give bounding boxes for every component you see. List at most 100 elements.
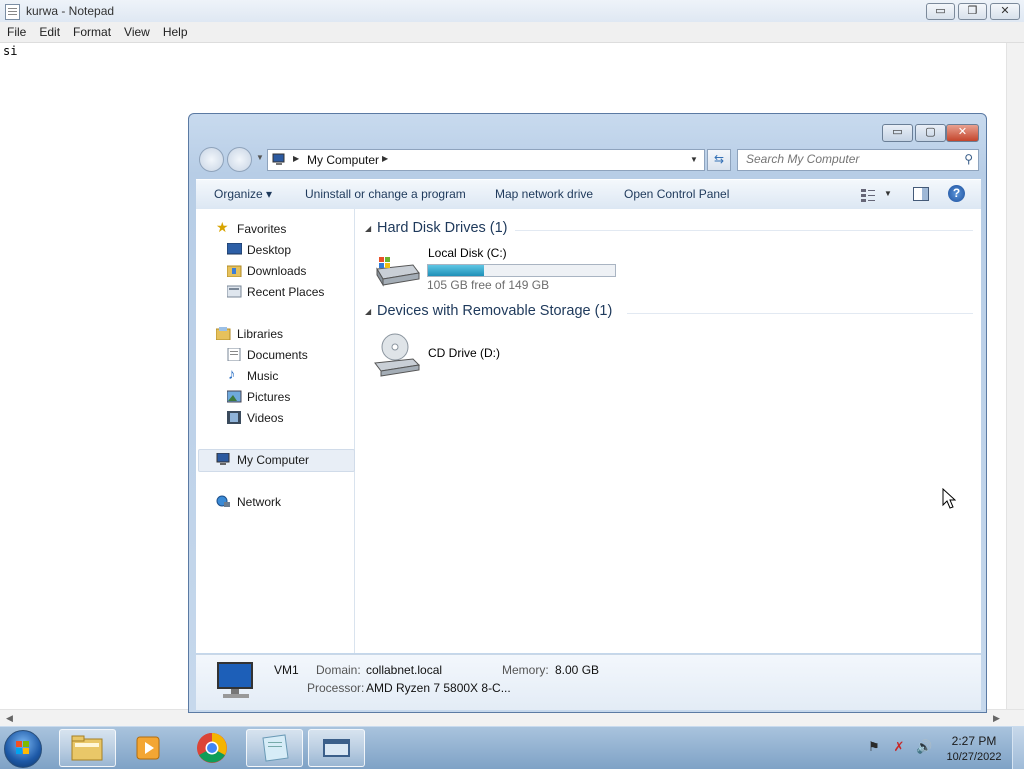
window-icon bbox=[323, 739, 350, 757]
collapse-triangle-icon[interactable]: ◢ bbox=[365, 224, 371, 233]
processor-value: AMD Ryzen 7 5800X 8-C... bbox=[366, 681, 511, 695]
nav-documents[interactable]: Documents bbox=[247, 348, 308, 362]
recent-pages-chevron-icon[interactable]: ▼ bbox=[256, 153, 264, 162]
libraries-icon bbox=[216, 327, 231, 340]
cd-drive-icon bbox=[374, 333, 421, 377]
breadcrumb-arrow-icon[interactable]: ▶ bbox=[293, 154, 299, 163]
taskbar-chrome-button[interactable] bbox=[185, 729, 240, 765]
taskbar-media-player-button[interactable] bbox=[122, 729, 177, 765]
scroll-right-icon[interactable]: ▶ bbox=[993, 713, 1000, 724]
navigation-pane: ★ Favorites Desktop Downloads Recent Pla… bbox=[196, 209, 355, 653]
clock-date: 10/27/2022 bbox=[946, 751, 1002, 763]
taskbar-explorer-button[interactable] bbox=[59, 729, 116, 767]
view-options-icon[interactable] bbox=[860, 188, 876, 202]
videos-icon bbox=[227, 411, 241, 424]
uninstall-program-button[interactable]: Uninstall or change a program bbox=[305, 187, 466, 201]
clock-time: 2:27 PM bbox=[951, 734, 997, 748]
nav-desktop[interactable]: Desktop bbox=[247, 243, 291, 257]
group-removable-storage[interactable]: Devices with Removable Storage (1) bbox=[377, 303, 612, 319]
group-hard-disk-drives[interactable]: Hard Disk Drives (1) bbox=[377, 220, 508, 236]
address-bar[interactable]: ▶ My Computer ▶ ▼ bbox=[267, 149, 705, 171]
command-bar: Organize ▾ Uninstall or change a program… bbox=[196, 179, 981, 209]
menu-format[interactable]: Format bbox=[66, 22, 117, 41]
menu-edit[interactable]: Edit bbox=[32, 22, 66, 41]
taskbar: ⚑ ✗ 🔊 2:27 PM 10/27/2022 bbox=[0, 726, 1024, 769]
nav-my-computer[interactable]: My Computer bbox=[237, 453, 309, 467]
explorer-maximize-button[interactable]: ▢ bbox=[915, 124, 946, 142]
explorer-minimize-button[interactable]: ▭ bbox=[882, 124, 913, 142]
hard-disk-icon bbox=[376, 257, 420, 287]
pictures-icon bbox=[227, 390, 242, 403]
forward-button[interactable] bbox=[227, 147, 252, 172]
collapse-triangle-icon[interactable]: ◢ bbox=[365, 307, 371, 316]
open-control-panel-button[interactable]: Open Control Panel bbox=[624, 187, 729, 201]
chrome-icon bbox=[197, 733, 227, 763]
search-input[interactable] bbox=[738, 150, 956, 168]
computer-icon bbox=[272, 153, 285, 165]
computer-icon bbox=[217, 662, 253, 698]
music-icon: ♪ bbox=[228, 366, 236, 383]
memory-value: 8.00 GB bbox=[555, 663, 600, 677]
drive-c-name[interactable]: Local Disk (C:) bbox=[428, 246, 507, 260]
windows-logo-icon bbox=[16, 741, 29, 754]
explorer-close-button[interactable]: ✕ bbox=[946, 124, 979, 142]
nav-pictures[interactable]: Pictures bbox=[247, 390, 290, 404]
nav-libraries[interactable]: Libraries bbox=[237, 327, 283, 341]
notepad-maximize-button[interactable]: ❐ bbox=[958, 3, 987, 20]
nav-downloads[interactable]: Downloads bbox=[247, 264, 306, 278]
help-icon[interactable]: ? bbox=[948, 185, 965, 202]
map-network-drive-button[interactable]: Map network drive bbox=[495, 187, 593, 201]
address-location[interactable]: My Computer bbox=[307, 153, 379, 167]
refresh-icon[interactable]: ⇆ bbox=[707, 149, 731, 171]
memory-label: Memory: bbox=[502, 663, 549, 677]
network-icon bbox=[216, 495, 230, 507]
media-player-icon bbox=[136, 736, 160, 760]
menu-file[interactable]: File bbox=[0, 22, 32, 41]
system-tray: ⚑ ✗ 🔊 bbox=[866, 739, 941, 755]
start-button[interactable] bbox=[4, 730, 42, 768]
search-icon[interactable]: ⚲ bbox=[964, 152, 973, 166]
documents-icon bbox=[227, 348, 241, 361]
taskbar-window-button[interactable] bbox=[308, 729, 365, 767]
notepad-menubar: File Edit Format View Help bbox=[0, 22, 1024, 43]
notepad-titlebar[interactable]: kurwa - Notepad ▭ ❐ ✕ bbox=[0, 0, 1024, 22]
group-divider bbox=[515, 230, 973, 231]
scroll-left-icon[interactable]: ◀ bbox=[6, 713, 13, 724]
nav-recent-places[interactable]: Recent Places bbox=[247, 285, 324, 299]
notepad-minimize-button[interactable]: ▭ bbox=[926, 3, 955, 20]
notepad-text-area[interactable]: si bbox=[3, 44, 17, 58]
search-box[interactable]: ⚲ bbox=[737, 149, 979, 171]
notepad-icon bbox=[5, 4, 20, 20]
action-center-icon[interactable]: ⚑ bbox=[866, 739, 882, 755]
taskbar-notepad-button[interactable] bbox=[246, 729, 303, 767]
address-dropdown-icon[interactable]: ▼ bbox=[690, 155, 698, 164]
clock[interactable]: 2:27 PM 10/27/2022 bbox=[942, 733, 1006, 765]
menu-help[interactable]: Help bbox=[156, 22, 194, 41]
drive-c-free-space: 105 GB free of 149 GB bbox=[427, 278, 550, 292]
volume-icon[interactable]: 🔊 bbox=[916, 739, 932, 755]
network-disconnected-icon[interactable]: ✗ bbox=[891, 739, 907, 755]
breadcrumb-arrow-icon[interactable]: ▶ bbox=[382, 154, 388, 163]
notepad-vertical-scrollbar[interactable] bbox=[1006, 43, 1024, 709]
domain-value: collabnet.local bbox=[366, 663, 443, 677]
nav-network[interactable]: Network bbox=[237, 495, 281, 509]
view-dropdown-icon[interactable]: ▼ bbox=[884, 189, 892, 198]
notepad-icon bbox=[262, 734, 289, 762]
star-icon: ★ bbox=[216, 219, 229, 235]
drive-c-usage-bar bbox=[427, 264, 616, 277]
notepad-title: kurwa - Notepad bbox=[26, 4, 115, 18]
organize-button[interactable]: Organize ▾ bbox=[214, 187, 272, 201]
drive-d-name[interactable]: CD Drive (D:) bbox=[428, 346, 500, 360]
nav-favorites[interactable]: Favorites bbox=[237, 222, 286, 236]
nav-videos[interactable]: Videos bbox=[247, 411, 283, 425]
desktop-icon bbox=[227, 243, 242, 255]
folder-icon bbox=[71, 735, 103, 761]
notepad-close-button[interactable]: ✕ bbox=[990, 3, 1020, 20]
explorer-window: ▭ ▢ ✕ ▼ ▶ My Computer ▶ ▼ ⇆ ⚲ Organize ▾… bbox=[188, 113, 987, 713]
back-button[interactable] bbox=[199, 147, 224, 172]
show-desktop-button[interactable] bbox=[1012, 727, 1024, 769]
downloads-folder-icon bbox=[227, 265, 242, 277]
menu-view[interactable]: View bbox=[117, 22, 156, 41]
preview-pane-icon[interactable] bbox=[913, 187, 929, 202]
nav-music[interactable]: Music bbox=[247, 369, 278, 383]
